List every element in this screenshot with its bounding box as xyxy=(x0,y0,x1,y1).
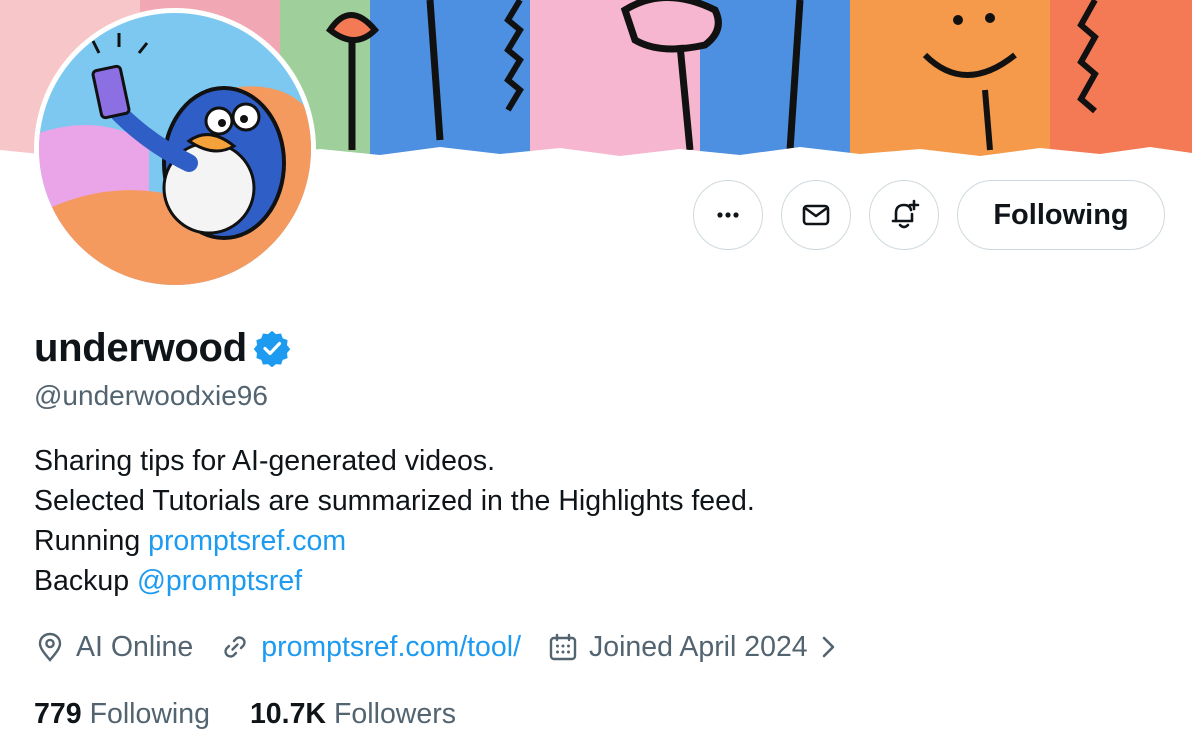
handle: @underwoodxie96 xyxy=(34,380,268,411)
followers-label: Followers xyxy=(334,697,456,730)
bio: Sharing tips for AI-generated videos. Se… xyxy=(34,441,755,601)
bio-text: Backup xyxy=(34,565,137,597)
bio-website-link[interactable]: promptsref.com xyxy=(148,525,346,557)
verified-badge-icon[interactable] xyxy=(253,329,291,367)
avatar[interactable] xyxy=(34,8,316,290)
bio-line: Backup @promptsref xyxy=(34,561,755,601)
joined-date[interactable]: Joined April 2024 xyxy=(547,631,838,664)
bio-line: Selected Tutorials are summarized in the… xyxy=(34,485,755,517)
following-button[interactable]: Following xyxy=(957,180,1165,250)
location-text: AI Online xyxy=(76,630,194,663)
bio-text: Running xyxy=(34,525,149,557)
following-count-link[interactable]: 779 Following xyxy=(34,698,210,731)
message-button[interactable] xyxy=(781,180,851,250)
website: promptsref.com/tool/ xyxy=(219,631,521,664)
more-button[interactable] xyxy=(693,180,763,250)
joined-text: Joined April 2024 xyxy=(589,630,808,663)
envelope-icon xyxy=(802,204,830,226)
bio-mention-link[interactable]: @promptsref xyxy=(137,565,302,597)
followers-count: 10.7K xyxy=(249,697,327,730)
bio-line: Running promptsref.com xyxy=(34,521,755,561)
website-link[interactable]: promptsref.com/tool/ xyxy=(261,631,521,664)
calendar-icon xyxy=(549,633,577,661)
link-icon xyxy=(224,636,246,658)
followers-count-link[interactable]: 10.7K Followers xyxy=(250,698,456,731)
bell-plus-icon xyxy=(891,199,920,229)
name-row: underwood xyxy=(34,322,291,374)
following-label: Following xyxy=(89,697,210,730)
chevron-right-icon xyxy=(822,636,834,658)
profile-meta: AI Online promptsref.com/tool/ Joined Ap… xyxy=(34,626,864,668)
display-name: underwood xyxy=(34,325,247,370)
location-pin-icon xyxy=(38,632,62,662)
location: AI Online xyxy=(34,631,193,664)
bio-line: Sharing tips for AI-generated videos. xyxy=(34,445,496,477)
following-count: 779 xyxy=(34,697,82,730)
avatar-image xyxy=(39,13,311,285)
more-horizontal-icon xyxy=(717,212,739,218)
notify-button[interactable] xyxy=(869,180,939,250)
follow-counts: 779 Following 10.7K Followers xyxy=(34,694,496,734)
